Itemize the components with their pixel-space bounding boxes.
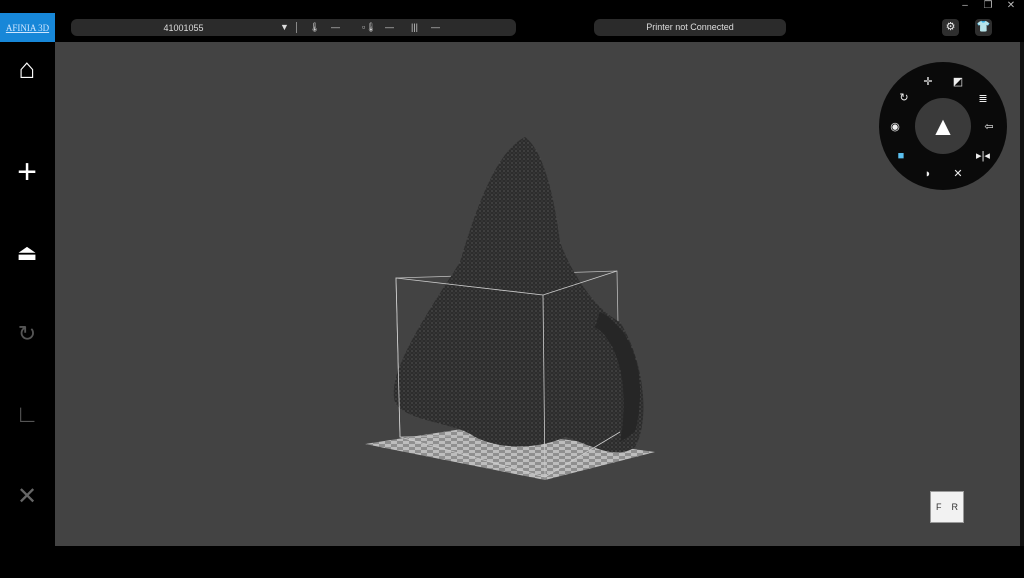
settings-icon[interactable]: ⚙ bbox=[942, 19, 959, 36]
support-icon[interactable]: ◗ bbox=[920, 166, 936, 182]
measure-icon[interactable]: ∟ bbox=[8, 396, 46, 434]
scale-icon[interactable]: ◩ bbox=[950, 74, 966, 90]
afinia-logo[interactable]: AFINIA 3D bbox=[0, 13, 55, 42]
afinia-logo-icon: ▲ bbox=[930, 110, 956, 141]
bed-temp-icon: ▫🌡 bbox=[362, 22, 377, 32]
view-cube[interactable]: F R bbox=[930, 491, 964, 523]
shrink-icon[interactable]: ✕ bbox=[950, 166, 966, 182]
home-icon[interactable]: ⌂ bbox=[8, 50, 46, 88]
rotate-icon[interactable]: ↻ bbox=[896, 90, 912, 106]
material-value: — bbox=[431, 22, 440, 32]
material-icon: ||| bbox=[411, 22, 419, 32]
bottom-bar bbox=[0, 546, 1024, 578]
restore-button[interactable]: ❐ bbox=[978, 0, 998, 11]
afinia-menu-button[interactable]: ▲ bbox=[915, 98, 971, 154]
model-mesh bbox=[393, 137, 644, 453]
calibrate-icon[interactable]: ↻ bbox=[8, 315, 46, 353]
printer-connection-status: Printer not Connected bbox=[594, 19, 786, 36]
cube-view-icon[interactable]: ■ bbox=[893, 148, 909, 164]
divider bbox=[296, 22, 297, 33]
3d-viewport[interactable]: ▲ ✛ ◩ ≣ ⇦ ▸|◂ ✕ ◗ ■ ◉ ↻ F R bbox=[55, 42, 1020, 546]
undo-icon[interactable]: ⇦ bbox=[981, 119, 997, 135]
printer-status-bar: 41001055 ▼ 🌡 — ▫🌡 — ||| — bbox=[71, 19, 516, 36]
model-scene bbox=[365, 137, 655, 480]
layers-icon[interactable]: ≣ bbox=[975, 91, 991, 107]
printer-serial: 41001055 bbox=[163, 23, 204, 33]
nozzle-temp-value: — bbox=[331, 22, 340, 32]
mirror-icon[interactable]: ▸|◂ bbox=[975, 148, 991, 164]
nozzle-temp-icon: 🌡 bbox=[309, 22, 321, 32]
view-cube-right[interactable]: R bbox=[952, 502, 959, 512]
view-cube-front[interactable]: F bbox=[936, 502, 942, 512]
printer-dropdown-button[interactable]: ▼ bbox=[280, 22, 289, 32]
shirt-icon[interactable]: 👕 bbox=[975, 19, 992, 36]
scrollbar[interactable] bbox=[1020, 42, 1024, 546]
move-icon[interactable]: ✛ bbox=[920, 74, 936, 90]
transform-wheel: ▲ ✛ ◩ ≣ ⇦ ▸|◂ ✕ ◗ ■ ◉ ↻ bbox=[879, 62, 1007, 190]
close-button[interactable]: ✕ bbox=[1001, 0, 1021, 11]
minimize-button[interactable]: – bbox=[955, 0, 975, 11]
print-icon[interactable]: ⏏ bbox=[8, 234, 46, 272]
title-bar: – ❐ ✕ bbox=[0, 0, 1024, 13]
add-icon[interactable]: + bbox=[8, 153, 46, 191]
sidebar: ⌂ + ⏏ ↻ ∟ ✕ bbox=[0, 42, 55, 578]
eye-icon[interactable]: ◉ bbox=[887, 119, 903, 135]
bed-temp-value: — bbox=[385, 22, 394, 32]
tools-icon[interactable]: ✕ bbox=[8, 477, 46, 515]
